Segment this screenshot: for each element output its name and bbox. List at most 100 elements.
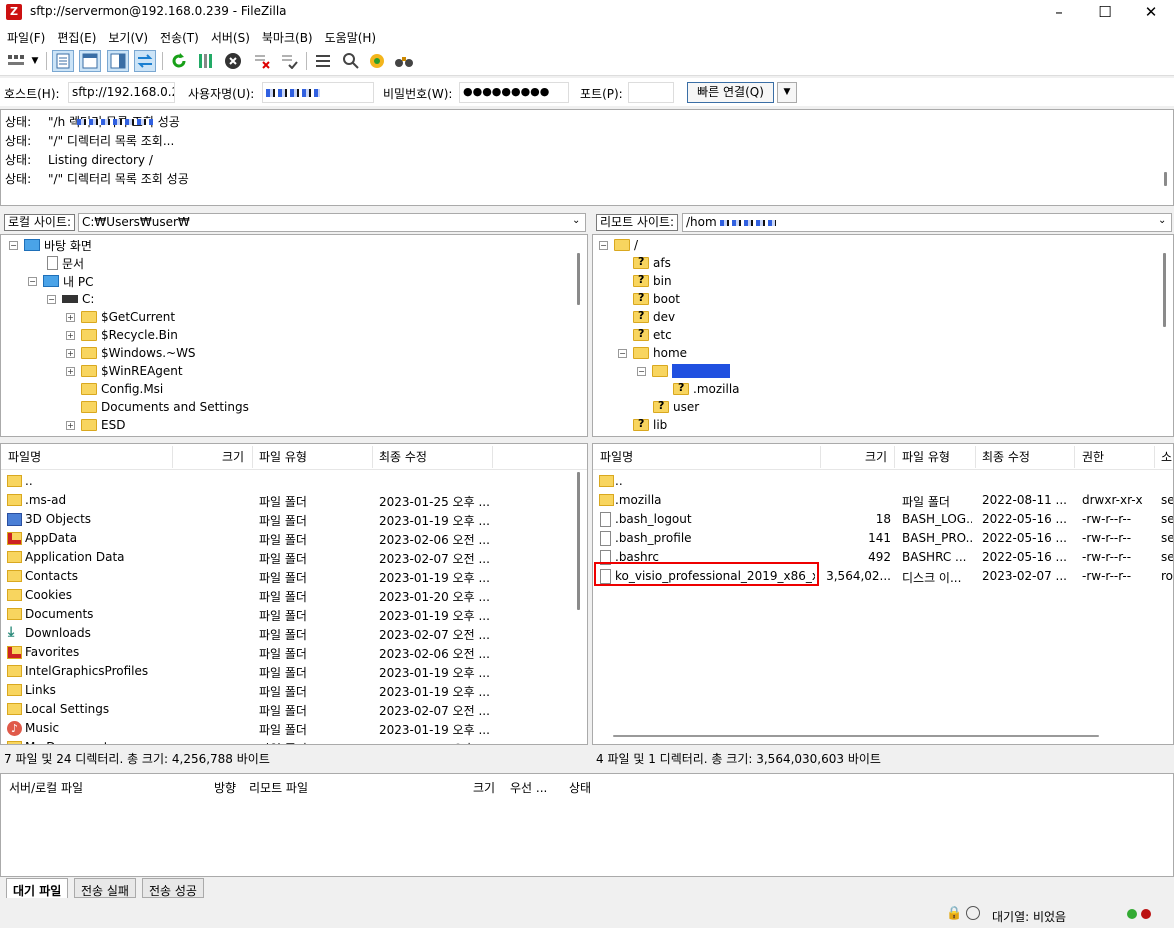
toggle-local-tree-icon[interactable] (79, 50, 101, 72)
toggle-log-icon[interactable] (52, 50, 74, 72)
tree-item-folder[interactable]: etc (633, 326, 672, 344)
column-modified[interactable]: 최종 수정 (982, 448, 1030, 465)
table-row[interactable]: .. (1, 472, 587, 491)
queue-column-priority[interactable]: 우선 ... (510, 779, 547, 796)
menu-bookmarks[interactable]: 북마크(B) (255, 26, 318, 46)
table-row[interactable]: .. (593, 472, 1173, 491)
tree-item-desktop[interactable]: − 바탕 화면 (9, 236, 92, 254)
directory-comparison-icon[interactable] (340, 50, 362, 72)
table-row[interactable]: Application Data 파일 폴더 2023-02-07 오전 ... (1, 548, 587, 567)
table-row[interactable]: Cookies 파일 폴더 2023-01-20 오후 ... (1, 586, 587, 605)
refresh-icon[interactable] (168, 50, 190, 72)
disconnect-icon[interactable] (251, 50, 273, 72)
table-row[interactable]: My Documents파일 폴더2023-01-19 오후 ... (1, 738, 587, 744)
remote-tree-scrollbar[interactable] (1163, 253, 1166, 327)
tree-item-folder[interactable]: Documents and Settings (81, 398, 249, 416)
column-permissions[interactable]: 권한 (1082, 448, 1104, 465)
minimize-button[interactable]: – (1036, 0, 1082, 26)
table-row[interactable]: ♪ Music 파일 폴더 2023-01-19 오후 ... (1, 719, 587, 738)
site-manager-icon[interactable] (5, 50, 27, 72)
column-size[interactable]: 크기 (865, 448, 887, 465)
column-owner[interactable]: 소 (1161, 448, 1172, 465)
table-row[interactable]: 3D Objects 파일 폴더 2023-01-19 오후 ... (1, 510, 587, 529)
local-path-input[interactable]: C:₩Users₩user₩ (78, 213, 586, 232)
port-input[interactable] (628, 82, 674, 103)
log-scrollbar[interactable] (1164, 172, 1167, 186)
tree-item-home[interactable]: − home (618, 344, 687, 362)
search-remote-files-icon[interactable] (393, 50, 415, 72)
close-button[interactable]: ✕ (1128, 0, 1174, 26)
column-type[interactable]: 파일 유형 (259, 448, 307, 465)
password-input[interactable]: ●●●●●●●●● (459, 82, 569, 103)
host-input[interactable]: sftp://192.168.0.23 (68, 82, 175, 103)
tree-item-root[interactable]: − / (599, 236, 638, 254)
local-tree-scrollbar[interactable] (577, 253, 580, 305)
table-row[interactable]: Local Settings 파일 폴더 2023-02-07 오전 ... (1, 700, 587, 719)
tree-item-folder[interactable]: + $Windows.~WS (66, 344, 196, 362)
synchronized-browsing-icon[interactable] (366, 50, 388, 72)
quickconnect-button[interactable]: 빠른 연결(Q) (687, 82, 774, 103)
tree-item-folder[interactable]: bin (633, 272, 672, 290)
menu-transfer[interactable]: 전송(T) (153, 26, 204, 46)
table-row[interactable]: ko_visio_professional_2019_x86_x64... 3,5… (593, 567, 1173, 586)
tree-item-folder[interactable]: user (653, 398, 699, 416)
tree-item-folder[interactable]: + ESD (66, 416, 125, 434)
table-row[interactable]: .bash_logout 18 BASH_LOG... 2022-05-16 ... -… (593, 510, 1173, 529)
reconnect-icon[interactable] (278, 50, 300, 72)
local-path-dropdown-icon[interactable]: ⌄ (572, 215, 580, 226)
table-row[interactable]: .mozilla 파일 폴더 2022-08-11 ... drwxr-xr-x se (593, 491, 1173, 510)
speed-limit-icon[interactable] (966, 906, 980, 920)
tab-queued-files[interactable]: 대기 파일 (6, 878, 69, 898)
tab-successful-transfers[interactable]: 전송 성공 (142, 878, 204, 898)
directory-listing-filter-icon[interactable] (312, 50, 334, 72)
tree-item-drive-c[interactable]: − C: (47, 290, 94, 308)
remote-list-hscrollbar[interactable] (613, 735, 1099, 737)
tree-item-folder[interactable]: + $WinREAgent (66, 362, 183, 380)
quickconnect-dropdown-icon[interactable]: ▼ (777, 82, 797, 103)
local-list-scrollbar[interactable] (577, 472, 580, 610)
tab-failed-transfers[interactable]: 전송 실패 (74, 878, 136, 898)
queue-column-status[interactable]: 상태 (569, 779, 591, 796)
menu-view[interactable]: 보기(V) (101, 26, 153, 46)
table-row[interactable]: Favorites 파일 폴더 2023-02-06 오전 ... (1, 643, 587, 662)
tree-item-folder[interactable]: .mozilla (673, 380, 740, 398)
tree-item-folder[interactable]: + $GetCurrent (66, 308, 175, 326)
tree-item-documents[interactable]: 문서 (47, 254, 84, 272)
table-row[interactable]: ⤓ Downloads 파일 폴더 2023-02-07 오전 ... (1, 624, 587, 643)
column-type[interactable]: 파일 유형 (902, 448, 950, 465)
maximize-button[interactable]: ☐ (1082, 0, 1128, 26)
menu-edit[interactable]: 편집(E) (50, 26, 101, 46)
column-size[interactable]: 크기 (222, 448, 244, 465)
tree-item-folder[interactable]: Config.Msi (81, 380, 163, 398)
table-row[interactable]: IntelGraphicsProfiles 파일 폴더 2023-01-19 오후 … (1, 662, 587, 681)
queue-column-remote-file[interactable]: 리모트 파일 (249, 779, 308, 796)
menu-server[interactable]: 서버(S) (204, 26, 255, 46)
column-modified[interactable]: 최종 수정 (379, 448, 427, 465)
tree-item-user-home[interactable]: − (637, 362, 730, 380)
table-row[interactable]: .ms-ad 파일 폴더 2023-01-25 오후 ... (1, 491, 587, 510)
menu-file[interactable]: 파일(F) (0, 26, 50, 46)
queue-column-direction[interactable]: 방향 (214, 779, 236, 796)
tree-item-folder[interactable]: dev (633, 308, 675, 326)
table-row[interactable]: .bash_profile 141 BASH_PRO... 2022-05-16 ..… (593, 529, 1173, 548)
tree-item-folder[interactable]: boot (633, 290, 680, 308)
table-row[interactable]: AppData 파일 폴더 2023-02-06 오전 ... (1, 529, 587, 548)
menu-help[interactable]: 도움말(H) (318, 26, 382, 46)
toggle-queue-icon[interactable] (134, 50, 156, 72)
table-row[interactable]: Links 파일 폴더 2023-01-19 오후 ... (1, 681, 587, 700)
process-queue-icon[interactable] (195, 50, 217, 72)
tree-item-folder[interactable]: + $Recycle.Bin (66, 326, 178, 344)
table-row[interactable]: Documents 파일 폴더 2023-01-19 오후 ... (1, 605, 587, 624)
site-manager-dropdown-icon[interactable]: ▼ (28, 50, 42, 72)
username-input[interactable] (262, 82, 374, 103)
tree-item-folder[interactable]: afs (633, 254, 671, 272)
cancel-operation-icon[interactable] (222, 50, 244, 72)
remote-path-dropdown-icon[interactable]: ⌄ (1158, 215, 1166, 226)
tree-item-this-pc[interactable]: − 내 PC (28, 272, 93, 290)
column-filename[interactable]: 파일명 (600, 448, 633, 465)
column-filename[interactable]: 파일명 (8, 448, 41, 465)
table-row[interactable]: Contacts 파일 폴더 2023-01-19 오후 ... (1, 567, 587, 586)
remote-path-input[interactable]: /hom (682, 213, 1172, 232)
queue-column-local-file[interactable]: 서버/로컬 파일 (9, 779, 83, 796)
toggle-remote-tree-icon[interactable] (107, 50, 129, 72)
